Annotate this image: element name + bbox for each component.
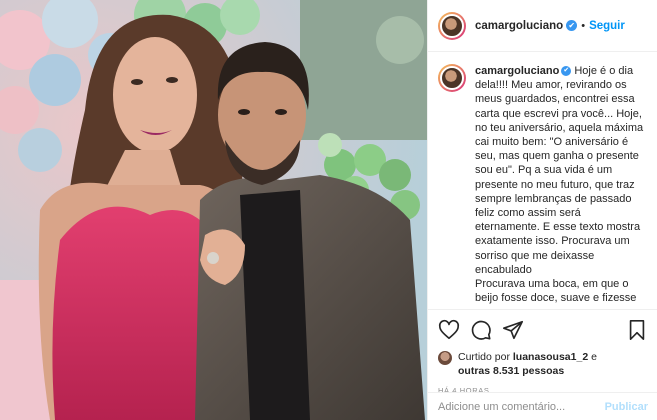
heart-icon[interactable]: [438, 319, 460, 341]
comment-input[interactable]: [438, 400, 605, 413]
add-comment-bar: Publicar: [428, 392, 657, 420]
comment-icon[interactable]: [470, 319, 492, 341]
instagram-post-modal: camargoluciano ✔ • Seguir camargoluciano…: [0, 0, 657, 420]
bookmark-icon[interactable]: [626, 319, 648, 341]
caption-avatar[interactable]: [438, 64, 466, 92]
caption: camargoluciano ✔ Hoje é o dia dela!!!! Meu…: [475, 64, 647, 307]
liker-avatar[interactable]: [438, 351, 452, 365]
post-sidebar: camargoluciano ✔ • Seguir camargoluciano…: [427, 0, 657, 420]
comments-area[interactable]: camargoluciano ✔ Hoje é o dia dela!!!! Meu…: [428, 52, 657, 307]
verified-badge-icon: ✔: [561, 66, 572, 77]
likes-mid: e: [591, 351, 597, 363]
user-avatar[interactable]: [438, 11, 466, 40]
follow-button[interactable]: Seguir: [589, 20, 625, 32]
separator-dot: •: [581, 19, 586, 32]
likes-count-link[interactable]: outras 8.531 pessoas: [458, 365, 564, 377]
post-header: camargoluciano ✔ • Seguir: [428, 0, 657, 52]
likes-summary: Curtido por luanasousa1_2 e outras 8.531…: [438, 350, 648, 378]
verified-badge-icon: ✔: [566, 20, 578, 31]
caption-username[interactable]: camargoluciano: [475, 65, 559, 77]
caption-text: Hoje é o dia dela!!!! Meu amor, revirand…: [475, 65, 644, 307]
post-photo[interactable]: [0, 0, 427, 420]
post-actions: Curtido por luanasousa1_2 e outras 8.531…: [428, 309, 657, 395]
username-link[interactable]: camargoluciano: [475, 20, 563, 32]
publish-button[interactable]: Publicar: [605, 401, 648, 413]
couple-photo-illustration: [0, 0, 427, 420]
liker-username[interactable]: luanasousa1_2: [513, 351, 588, 363]
likes-prefix: Curtido por: [458, 351, 510, 363]
share-icon[interactable]: [502, 319, 524, 341]
